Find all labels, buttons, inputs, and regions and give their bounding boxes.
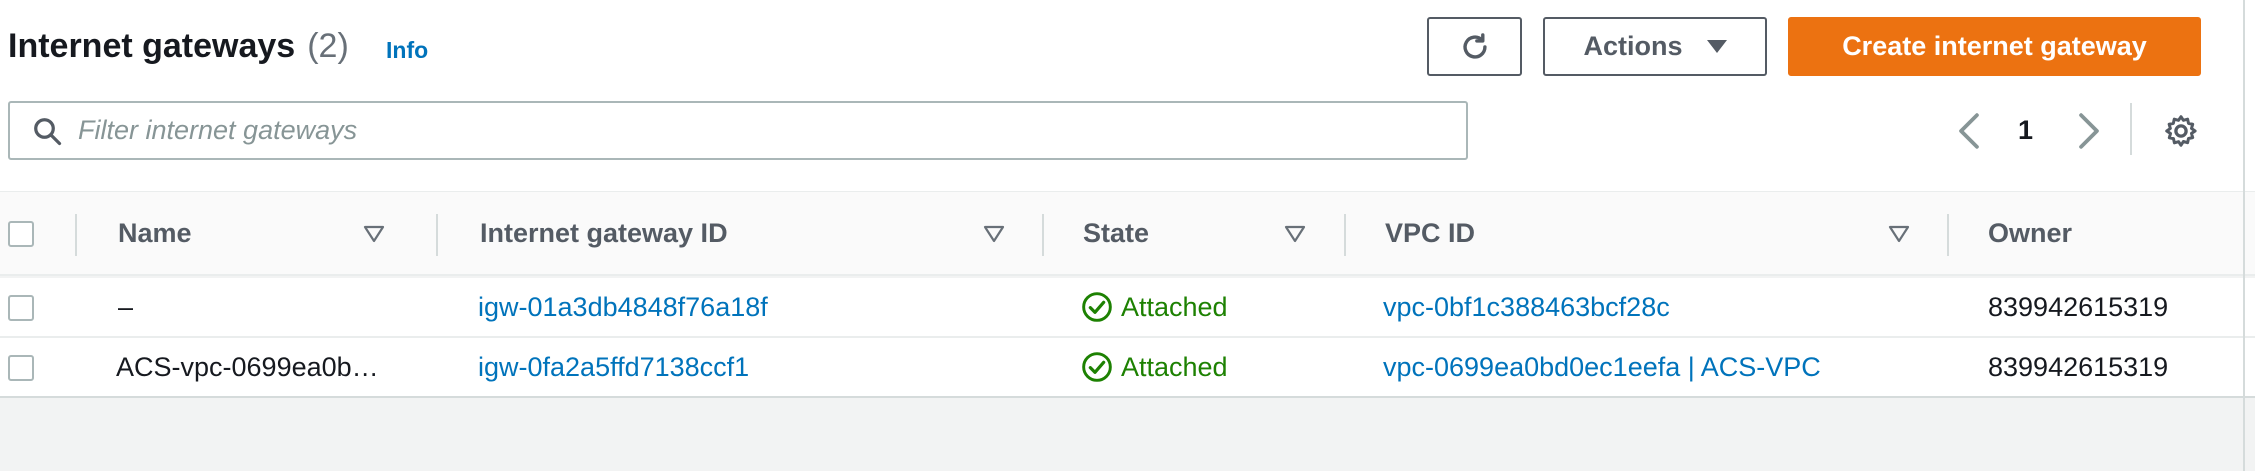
create-internet-gateway-button[interactable]: Create internet gateway (1788, 17, 2201, 76)
cell-owner: 839942615319 (1988, 351, 2169, 382)
cell-name: – (118, 291, 134, 322)
column-divider (1042, 214, 1044, 256)
refresh-button[interactable] (1427, 17, 1522, 76)
column-divider (436, 214, 438, 256)
chevron-right-icon[interactable] (2075, 112, 2103, 150)
table-header: Name Internet gateway ID State VPC ID Ow… (0, 191, 2255, 276)
cell-gateway-id-link[interactable]: igw-01a3db4848f76a18f (478, 278, 768, 336)
scrollbar-edge[interactable] (2243, 0, 2245, 471)
page-title-text: Internet gateways (8, 27, 296, 65)
column-header-name[interactable]: Name (118, 192, 192, 274)
filter-box (8, 101, 1468, 160)
table-row[interactable]: – igw-01a3db4848f76a18f Attached vpc-0bf… (0, 278, 2255, 338)
actions-dropdown-button[interactable]: Actions (1543, 17, 1767, 76)
cell-vpc-id-link[interactable]: vpc-0bf1c388463bcf28c (1383, 278, 1670, 336)
pagination-divider (2130, 103, 2132, 155)
check-circle-icon (1082, 292, 1112, 322)
internet-gateways-panel: Internet gateways (2) Info Actions Creat… (0, 0, 2255, 471)
sort-caret-icon[interactable] (983, 225, 1005, 243)
page-number-button[interactable]: 1 (2018, 115, 2033, 146)
row-checkbox[interactable] (8, 355, 34, 381)
cell-owner: 839942615319 (1988, 291, 2169, 322)
column-divider (1947, 214, 1949, 256)
state-label: Attached (1121, 351, 1228, 382)
state-label: Attached (1121, 291, 1228, 322)
cell-name: ACS-vpc-0699ea0b… (116, 351, 379, 382)
row-checkbox[interactable] (8, 295, 34, 321)
info-link[interactable]: Info (386, 37, 428, 64)
gear-icon[interactable] (2163, 113, 2199, 149)
column-header-owner[interactable]: Owner (1988, 192, 2072, 274)
sort-caret-icon[interactable] (363, 225, 385, 243)
cell-vpc-id-link[interactable]: vpc-0699ea0bd0ec1eefa | ACS-VPC (1383, 338, 1821, 396)
column-divider (1344, 214, 1346, 256)
select-all-checkbox[interactable] (8, 221, 34, 247)
cell-state: Attached (1081, 338, 1228, 396)
refresh-icon (1462, 32, 1487, 59)
column-header-gateway-id[interactable]: Internet gateway ID (480, 192, 728, 274)
column-header-state[interactable]: State (1083, 192, 1149, 274)
cell-state: Attached (1081, 278, 1228, 336)
item-count: (2) (307, 27, 349, 65)
chevron-left-icon[interactable] (1955, 112, 1983, 150)
actions-label: Actions (1583, 31, 1683, 61)
page-title: Internet gateways (2) (8, 27, 349, 66)
sort-caret-icon[interactable] (1284, 225, 1306, 243)
filter-input[interactable] (78, 115, 1428, 146)
column-divider (75, 214, 77, 256)
sort-caret-icon[interactable] (1888, 225, 1910, 243)
column-header-vpc-id[interactable]: VPC ID (1385, 192, 1475, 274)
caret-down-icon (1706, 39, 1727, 53)
table-row[interactable]: ACS-vpc-0699ea0b… igw-0fa2a5ffd7138ccf1 … (0, 338, 2255, 398)
cell-gateway-id-link[interactable]: igw-0fa2a5ffd7138ccf1 (478, 338, 749, 396)
search-icon (34, 117, 62, 145)
check-circle-icon (1082, 352, 1112, 382)
